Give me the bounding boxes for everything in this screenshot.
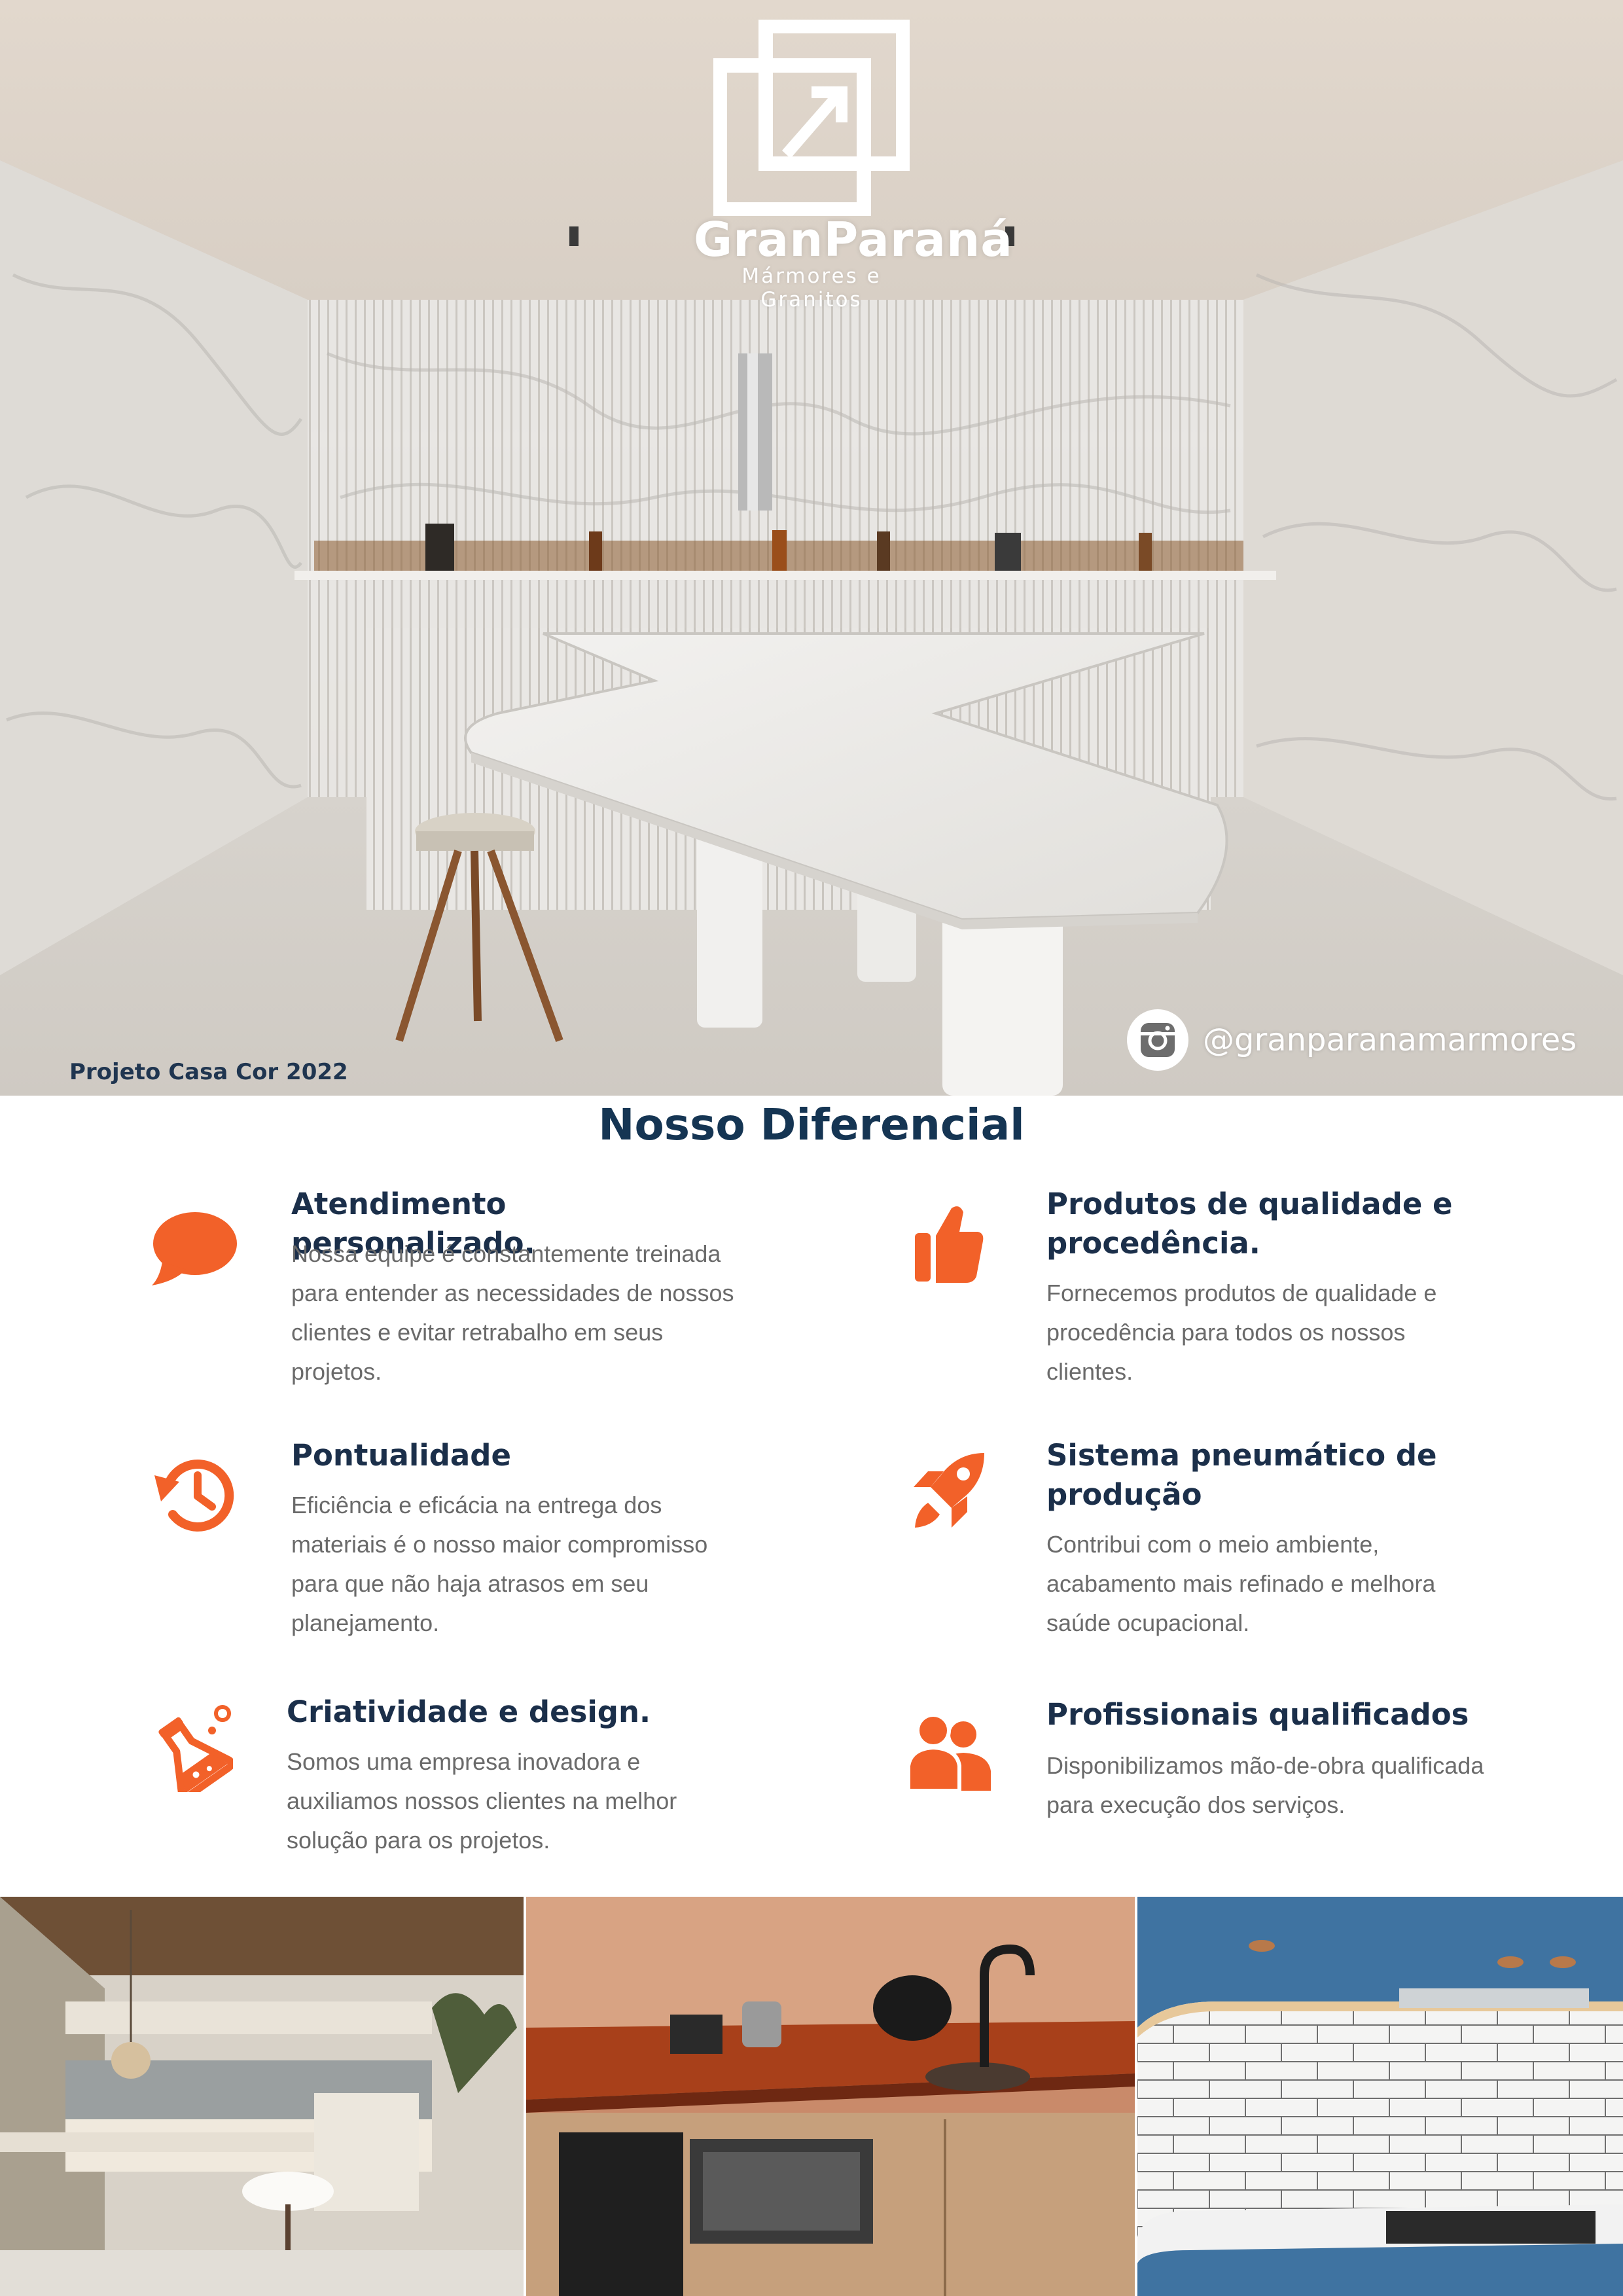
logo-mark-icon [713,20,910,216]
photo-blue-kitchen [1137,1897,1623,2296]
instagram-handle: @granparanamarmores [1203,1022,1577,1058]
feature-text: Fornecemos produtos de qualidade e proce… [1046,1280,1437,1385]
feature-title: Produtos de qualidade e procedência. [1046,1187,1453,1261]
photo-kitchen-counter [526,1897,1135,2296]
brand-logo: GranParaná Mármores e Granitos [694,20,1013,312]
feature-text: Nossa equipe é constantemente treinada p… [291,1240,734,1385]
users-icon [907,1713,991,1792]
brand-tagline: Mármores e Granitos [741,264,882,312]
feature-text: Somos uma empresa inovadora e auxiliamos… [287,1748,677,1854]
rocket-icon [914,1453,984,1528]
feature-text: Contribui com o meio ambiente, acabament… [1046,1531,1436,1636]
history-clock-icon [154,1459,234,1532]
feature-text: Disponibilizamos mão-de-obra qualificada… [1046,1752,1484,1818]
instagram-icon [1127,1009,1188,1071]
feature-text: Eficiência e eficácia na entrega dos mat… [291,1492,708,1636]
chat-bubble-icon [152,1212,237,1285]
feature-title: Criatividade e design. [287,1695,651,1729]
feature-title: Pontualidade [291,1438,512,1473]
flask-icon [158,1705,233,1792]
brand-name: GranParaná [694,212,1013,267]
feature-title: Profissionais qualificados [1046,1697,1469,1732]
photo-bar-lounge [0,1897,524,2296]
feature-title: Sistema pneumático de produção [1046,1438,1437,1512]
instagram-link[interactable]: @granparanamarmores [1127,1009,1577,1071]
thumbs-up-icon [915,1206,984,1283]
project-caption: Projeto Casa Cor 2022 [69,1059,348,1085]
hero-image: GranParaná Mármores e Granitos Projeto C… [0,0,1623,1096]
section-title: Nosso Diferencial [598,1100,1025,1150]
